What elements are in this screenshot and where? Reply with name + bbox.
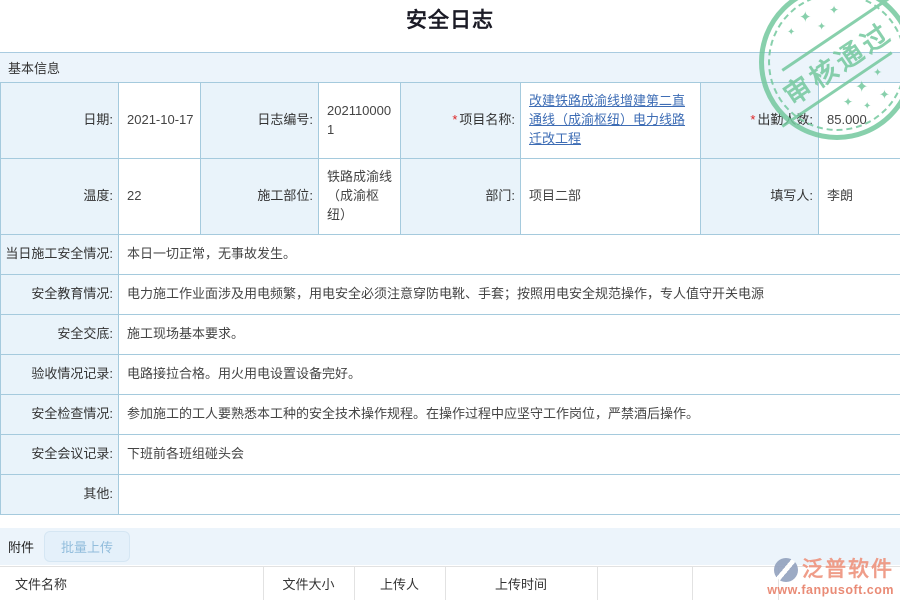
basic-info-section-header: 基本信息 <box>0 52 900 82</box>
safety-log-page: 安全日志 基本信息 日期: 2021-10-17 日志编号: 202110000… <box>0 0 900 600</box>
table-row: 安全会议记录: 下班前各班组碰头会 <box>1 435 900 475</box>
attendance-label: *出勤人数: <box>701 83 819 159</box>
empty-header <box>692 567 778 600</box>
upload-time-header: 上传时间 <box>445 567 597 600</box>
daily-safety-label: 当日施工安全情况: <box>1 235 119 275</box>
form-row-2: 温度: 22 施工部位: 铁路成渝线（成渝枢纽） 部门: 项目二部 填写人: 李… <box>1 159 900 235</box>
table-row: 其他: <box>1 475 900 515</box>
safety-education-value: 电力施工作业面涉及用电频繁，用电安全必须注意穿防电靴、手套；按照用电安全规范操作… <box>119 275 900 315</box>
vendor-name: 泛普软件 <box>802 559 894 580</box>
acceptance-record-value: 电路接拉合格。用火用电设置设备完好。 <box>119 355 900 395</box>
file-name-header: 文件名称 <box>0 567 263 600</box>
table-row: 当日施工安全情况: 本日一切正常，无事故发生。 <box>1 235 900 275</box>
date-label: 日期: <box>1 83 119 159</box>
writer-label: 填写人: <box>701 159 819 235</box>
table-row: 安全检查情况: 参加施工的工人要熟悉本工种的安全技术操作规程。在操作过程中应坚守… <box>1 395 900 435</box>
other-value <box>119 475 900 515</box>
table-row: 验收情况记录: 电路接拉合格。用火用电设置设备完好。 <box>1 355 900 395</box>
page-title: 安全日志 <box>0 4 900 34</box>
form-row-1: 日期: 2021-10-17 日志编号: 2021100001 *项目名称: 改… <box>1 83 900 159</box>
attachments-file-table: 文件名称 文件大小 上传人 上传时间 <box>0 566 900 600</box>
basic-info-section-title: 基本信息 <box>8 58 60 77</box>
safety-inspection-value: 参加施工的工人要熟悉本工种的安全技术操作规程。在操作过程中应坚守工作岗位，严禁酒… <box>119 395 900 435</box>
department-value: 项目二部 <box>521 159 701 235</box>
safety-log-form-table: 日期: 2021-10-17 日志编号: 2021100001 *项目名称: 改… <box>0 82 900 515</box>
project-name-link[interactable]: 改建铁路成渝线增建第二直通线（成渝枢纽）电力线路迁改工程 <box>529 93 685 146</box>
attachments-header-row: 文件名称 文件大小 上传人 上传时间 <box>0 567 900 600</box>
attachments-section-header: 附件 批量上传 <box>0 528 900 565</box>
required-asterisk: * <box>750 112 755 127</box>
safety-briefing-value: 施工现场基本要求。 <box>119 315 900 355</box>
vendor-url: www.fanpusoft.com <box>767 584 894 597</box>
daily-safety-value: 本日一切正常，无事故发生。 <box>119 235 900 275</box>
table-row: 安全教育情况: 电力施工作业面涉及用电频繁，用电安全必须注意穿防电靴、手套；按照… <box>1 275 900 315</box>
safety-inspection-label: 安全检查情况: <box>1 395 119 435</box>
safety-meeting-label: 安全会议记录: <box>1 435 119 475</box>
empty-header <box>597 567 692 600</box>
temperature-value: 22 <box>119 159 201 235</box>
required-asterisk: * <box>452 112 457 127</box>
date-value: 2021-10-17 <box>119 83 201 159</box>
construction-part-value: 铁路成渝线（成渝枢纽） <box>319 159 401 235</box>
construction-part-label: 施工部位: <box>201 159 319 235</box>
acceptance-record-label: 验收情况记录: <box>1 355 119 395</box>
project-name-label: *项目名称: <box>401 83 521 159</box>
file-size-header: 文件大小 <box>263 567 354 600</box>
log-number-label: 日志编号: <box>201 83 319 159</box>
vendor-branding: 泛普软件 www.fanpusoft.com <box>767 558 894 597</box>
batch-upload-button[interactable]: 批量上传 <box>44 531 130 562</box>
uploader-header: 上传人 <box>354 567 445 600</box>
department-label: 部门: <box>401 159 521 235</box>
fanpu-logo-icon <box>774 558 798 582</box>
project-name-cell: 改建铁路成渝线增建第二直通线（成渝枢纽）电力线路迁改工程 <box>521 83 701 159</box>
safety-meeting-value: 下班前各班组碰头会 <box>119 435 900 475</box>
attendance-value: 85.000 <box>819 83 900 159</box>
safety-education-label: 安全教育情况: <box>1 275 119 315</box>
table-row: 安全交底: 施工现场基本要求。 <box>1 315 900 355</box>
safety-briefing-label: 安全交底: <box>1 315 119 355</box>
writer-value: 李朗 <box>819 159 900 235</box>
temperature-label: 温度: <box>1 159 119 235</box>
log-number-value: 2021100001 <box>319 83 401 159</box>
other-label: 其他: <box>1 475 119 515</box>
attachments-section-title: 附件 <box>8 537 34 556</box>
